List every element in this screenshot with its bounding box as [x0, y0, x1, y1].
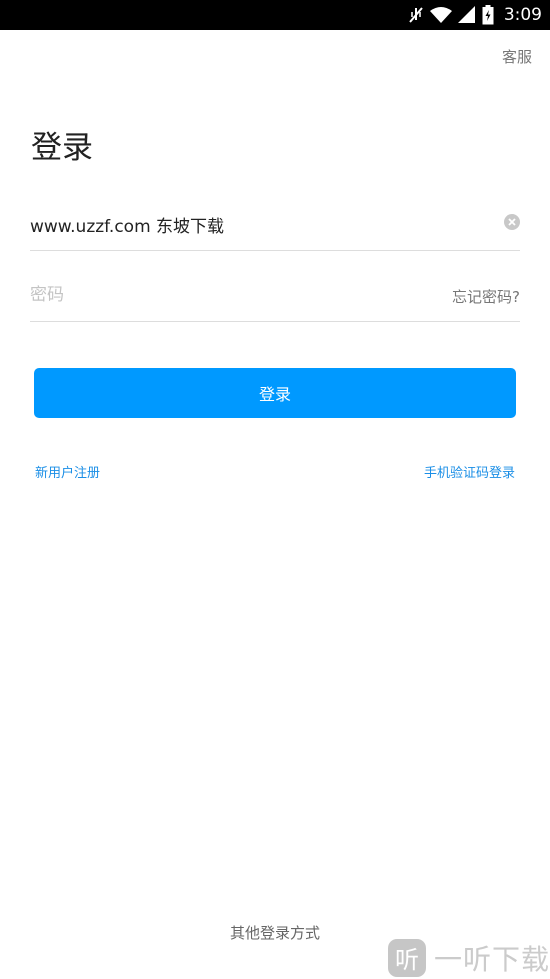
forgot-password-link[interactable]: 忘记密码?	[452, 286, 520, 307]
login-button[interactable]: 登录	[34, 368, 516, 418]
page-title: 登录	[31, 130, 93, 166]
username-field	[30, 200, 520, 251]
username-input[interactable]	[30, 200, 450, 248]
status-time: 3:09	[503, 5, 542, 25]
battery-icon	[482, 5, 494, 25]
customer-service-link[interactable]: 客服	[502, 46, 532, 67]
watermark-logo: 听	[388, 938, 426, 977]
sms-login-link[interactable]: 手机验证码登录	[424, 462, 515, 481]
watermark: 听 一听下载	[388, 936, 550, 979]
password-input[interactable]	[30, 271, 450, 319]
clear-input-icon[interactable]	[504, 214, 520, 230]
mute-icon	[409, 7, 423, 23]
signal-icon	[457, 6, 475, 23]
watermark-text: 一听下载	[434, 942, 550, 976]
status-bar: 3:09	[0, 0, 550, 30]
password-field: 忘记密码?	[30, 271, 520, 322]
status-icons: 3:09	[408, 0, 542, 30]
wifi-icon	[429, 7, 452, 23]
register-link[interactable]: 新用户注册	[35, 462, 100, 481]
